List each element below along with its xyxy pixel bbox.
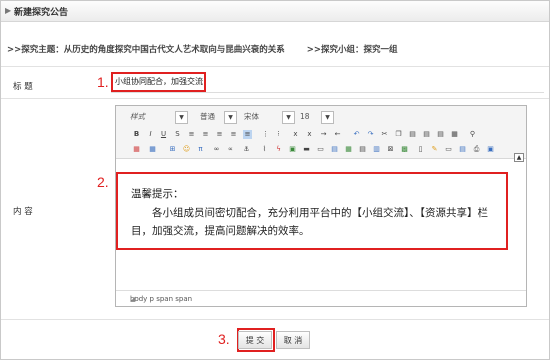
highlight-color-icon[interactable]: ▦	[148, 145, 157, 154]
paste-icon[interactable]: ▤	[408, 130, 417, 139]
insert-map-icon[interactable]: ▩	[400, 145, 409, 154]
announcement-form: ▶ 新建探究公告 >>探究主题：从历史的角度探究中国古代文人艺术取向与昆曲兴衰的…	[0, 0, 550, 360]
divider	[1, 319, 549, 320]
insert-code-icon[interactable]: ⊠	[386, 145, 395, 154]
align-justify-icon[interactable]: ≡	[229, 130, 238, 139]
divider	[1, 66, 549, 67]
chevron-down-icon: ▼	[321, 111, 334, 124]
chevron-down-icon: ▼	[175, 111, 188, 124]
subscript-icon[interactable]: x	[291, 130, 300, 139]
style-select-value: 样式	[130, 112, 145, 121]
clear-format-icon[interactable]: ✎	[430, 145, 439, 154]
link-icon[interactable]: ∞	[212, 145, 221, 154]
format-select-value: 普通	[200, 112, 215, 121]
outdent-icon[interactable]: ←	[333, 130, 342, 139]
chevron-down-icon: ▼	[224, 111, 237, 124]
emoticon-icon[interactable]: ☺	[182, 145, 191, 154]
content-heading[interactable]: 温馨提示：	[131, 186, 184, 201]
chevron-down-icon: ▼	[282, 111, 295, 124]
editor-toolbar: 样式 ▼ 普通 ▼ 宋体 ▼ 18 ▼ B I U S ≡ ≡ ≡ ≡ ≡ ⋮ …	[116, 106, 526, 162]
resize-grip-icon[interactable]: ◢	[130, 295, 522, 304]
print-icon[interactable]: ⎙	[472, 145, 481, 154]
header-arrow-icon: ▶	[5, 6, 12, 15]
topic-label: >>探究主题：	[7, 45, 64, 55]
title-input[interactable]: 小组协同配合，加强交流	[111, 72, 206, 92]
attachment-icon[interactable]: ⌇	[260, 145, 269, 154]
image-icon[interactable]: ▣	[288, 145, 297, 154]
divider	[1, 98, 549, 99]
submit-button[interactable]: 提 交	[238, 331, 272, 349]
format-painter-icon[interactable]: ▭	[444, 145, 453, 154]
align-right-icon[interactable]: ≡	[215, 130, 224, 139]
redo-icon[interactable]: ↷	[366, 130, 375, 139]
title-label: 标 题	[13, 82, 33, 92]
anchor-icon[interactable]: ⚓	[242, 145, 251, 154]
new-doc-icon[interactable]: ▯	[416, 145, 425, 154]
group-value: 探究一组	[363, 45, 398, 55]
editor-status-bar: body p span span ◢	[116, 290, 526, 307]
ordered-list-icon[interactable]: ⋮	[261, 130, 270, 139]
superscript-icon[interactable]: x	[305, 130, 314, 139]
video-icon[interactable]: ▭	[316, 145, 325, 154]
content-label: 内 容	[13, 207, 33, 217]
marker-two: 2.	[97, 174, 109, 190]
group-label: >>探究小组：	[306, 45, 364, 55]
style-select[interactable]: 样式 ▼	[130, 110, 190, 124]
unordered-list-icon[interactable]: ⁝	[274, 130, 283, 139]
size-dropdown[interactable]: ▼	[321, 110, 335, 124]
media-icon[interactable]: ▬	[302, 145, 311, 154]
font-select-value: 宋体	[244, 112, 259, 121]
cut-icon[interactable]: ✂	[380, 130, 389, 139]
font-dropdown[interactable]: ▼	[282, 110, 296, 124]
align-full-icon[interactable]: ≡	[243, 130, 252, 139]
italic-icon[interactable]: I	[146, 130, 155, 139]
rich-text-editor: 样式 ▼ 普通 ▼ 宋体 ▼ 18 ▼ B I U S ≡ ≡ ≡ ≡ ≡ ⋮ …	[115, 105, 527, 307]
content-body[interactable]: 各小组成员间密切配合，充分利用平台中的【小组交流】、【资源共享】栏目，加强交流，…	[131, 204, 506, 240]
align-left-icon[interactable]: ≡	[187, 130, 196, 139]
underline-icon[interactable]: U	[159, 130, 168, 139]
panel-header: ▶ 新建探究公告	[1, 1, 549, 22]
copy-icon[interactable]: ❐	[394, 130, 403, 139]
paste-text-icon[interactable]: ▤	[422, 130, 431, 139]
toolbar-expand-icon[interactable]: ▲	[514, 153, 524, 162]
insert-template-icon[interactable]: ▥	[372, 145, 381, 154]
unlink-icon[interactable]: ∝	[226, 145, 235, 154]
topic-info: >>探究主题：从历史的角度探究中国古代文人艺术取向与昆曲兴衰的关系 >>探究小组：…	[7, 43, 398, 55]
size-select-value: 18	[300, 112, 310, 121]
bold-icon[interactable]: B	[132, 130, 141, 139]
topic-value: 从历史的角度探究中国古代文人艺术取向与昆曲兴衰的关系	[63, 45, 285, 55]
page-title: 新建探究公告	[14, 8, 69, 18]
format-dropdown[interactable]: ▼	[224, 110, 238, 124]
table-icon[interactable]: ⊞	[168, 145, 177, 154]
strikethrough-icon[interactable]: S	[173, 130, 182, 139]
indent-icon[interactable]: →	[319, 130, 328, 139]
find-replace-icon[interactable]: ⚲	[468, 130, 477, 139]
insert-gallery-icon[interactable]: ▦	[344, 145, 353, 154]
paste-word-icon[interactable]: ▤	[436, 130, 445, 139]
formula-icon[interactable]: π	[196, 145, 205, 154]
align-center-icon[interactable]: ≡	[201, 130, 210, 139]
insert-file-icon[interactable]: ▤	[330, 145, 339, 154]
cancel-button[interactable]: 取 消	[276, 331, 310, 349]
font-color-icon[interactable]: ▦	[132, 145, 141, 154]
fullscreen-icon[interactable]: ▣	[486, 145, 495, 154]
select-all-icon[interactable]: ▦	[450, 130, 459, 139]
marker-three: 3.	[218, 331, 230, 347]
marker-one: 1.	[97, 74, 109, 90]
flash-icon[interactable]: ϟ	[274, 145, 283, 154]
insert-doc-icon[interactable]: ▤	[358, 145, 367, 154]
preview-icon[interactable]: ▤	[458, 145, 467, 154]
undo-icon[interactable]: ↶	[352, 130, 361, 139]
